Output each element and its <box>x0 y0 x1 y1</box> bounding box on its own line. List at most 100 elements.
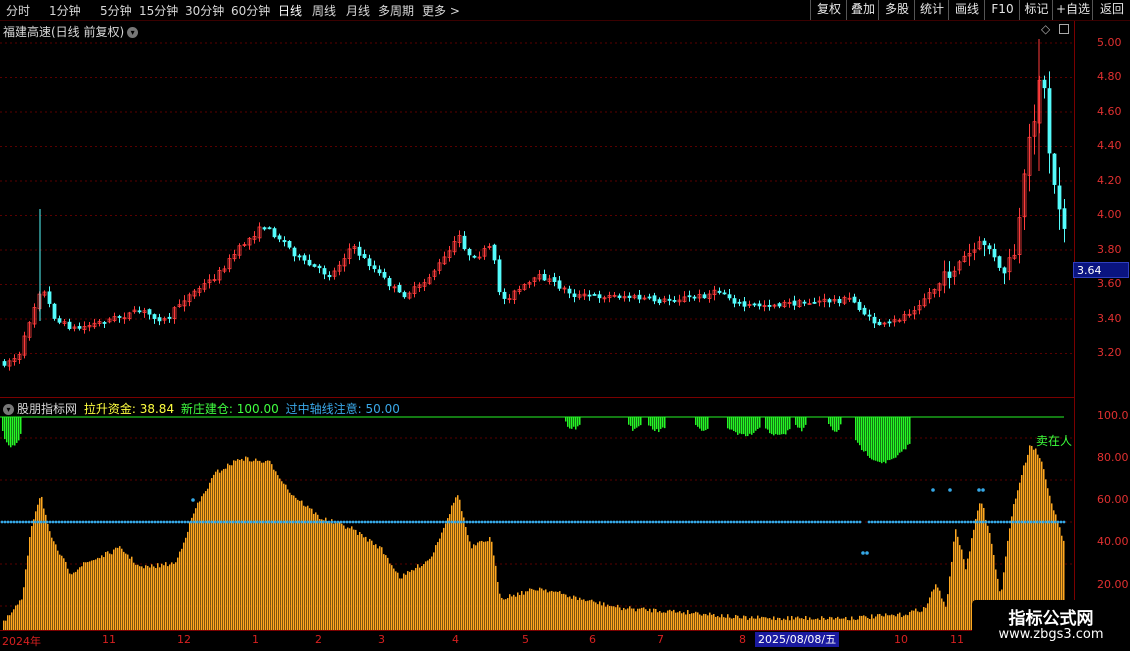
period-tab-daily[interactable]: 日线 <box>278 2 302 19</box>
indicator-bar <box>821 616 823 630</box>
indicator-bar <box>271 464 273 630</box>
period-tab-monthly[interactable]: 月线 <box>346 2 370 19</box>
new-position-bar <box>863 417 865 452</box>
new-position-bar <box>4 417 6 440</box>
midline-dot <box>30 520 34 524</box>
candlestick-chart[interactable] <box>0 21 1074 395</box>
indicator-bar <box>529 588 531 630</box>
mark-button[interactable]: 标记 <box>1019 0 1053 20</box>
indicator-bar <box>343 525 345 630</box>
midline-dot <box>627 520 631 524</box>
indicator-bar <box>81 566 83 630</box>
midline-dot <box>909 520 913 524</box>
midline-dot <box>366 520 370 524</box>
indicator-bar <box>613 606 615 630</box>
indicator-bar <box>219 472 221 630</box>
overlay-button[interactable]: 叠加 <box>846 0 879 20</box>
midline-dot <box>717 520 721 524</box>
indicator-bar <box>373 545 375 630</box>
midline-dot <box>87 520 91 524</box>
midline-dot <box>804 520 808 524</box>
period-tab-30min[interactable]: 30分钟 <box>185 2 224 19</box>
indicator-bar <box>89 561 91 630</box>
midline-dot <box>447 520 451 524</box>
new-position-bar <box>881 417 883 464</box>
candle-body <box>502 291 507 299</box>
new-position-bar <box>871 417 873 460</box>
candle-body <box>862 307 867 315</box>
midline-dot <box>963 520 967 524</box>
indicator-bar <box>99 558 101 630</box>
indicator-bar <box>399 578 401 630</box>
period-tab-60min[interactable]: 60分钟 <box>231 2 270 19</box>
candle-body <box>57 318 62 323</box>
midline-dot <box>396 520 400 524</box>
indicator-bar <box>853 619 855 630</box>
stats-button[interactable]: 统计 <box>914 0 949 20</box>
indicator-bar <box>21 599 23 630</box>
indicator-panel[interactable]: ▾ 股朋指标网 拉升资金: 38.84 新庄建仓: 100.00 过中轴线注意: … <box>0 397 1074 631</box>
indicator-chart[interactable] <box>0 398 1074 631</box>
draw-button[interactable]: 画线 <box>948 0 985 20</box>
multi-stock-button[interactable]: 多股 <box>878 0 915 20</box>
indicator-bar <box>467 535 469 630</box>
midline-dot <box>744 520 748 524</box>
panel-toggle-icon[interactable] <box>1059 24 1069 34</box>
midline-dot <box>792 520 796 524</box>
candle-body <box>397 284 402 293</box>
midline-dot <box>180 520 184 524</box>
indicator-bar <box>147 565 149 630</box>
midline-dot <box>1011 520 1015 524</box>
indicator-bar <box>765 617 767 630</box>
period-tab-fenshi[interactable]: 分时 <box>6 2 30 19</box>
indicator-bar <box>339 521 341 630</box>
midline-dot <box>777 520 781 524</box>
new-position-bar <box>887 417 889 461</box>
midline-dot <box>930 520 934 524</box>
indicator-bar <box>201 496 203 630</box>
period-tab-15min[interactable]: 15分钟 <box>139 2 178 19</box>
period-tab-5min[interactable]: 5分钟 <box>100 2 132 19</box>
f10-button[interactable]: F10 <box>984 0 1020 20</box>
chevron-down-icon[interactable]: ▾ <box>3 404 14 415</box>
indicator-bar <box>475 545 477 630</box>
period-tab-weekly[interactable]: 周线 <box>312 2 336 19</box>
back-button[interactable]: 返回 <box>1092 0 1130 20</box>
indicator-bar <box>699 614 701 630</box>
indicator-bar <box>137 564 139 630</box>
diamond-icon[interactable]: ◇ <box>1041 22 1050 36</box>
period-tab-multi[interactable]: 多周期 <box>378 2 414 19</box>
fuquan-button[interactable]: 复权 <box>810 0 847 20</box>
midline-dot <box>27 520 31 524</box>
candlestick-panel[interactable]: 福建高速(日线 前复权) ▾ ◇ <box>0 21 1074 395</box>
indicator-bar <box>629 606 631 630</box>
period-tab-1min[interactable]: 1分钟 <box>49 2 81 19</box>
indicator-bar <box>639 608 641 630</box>
candle-body <box>872 316 877 324</box>
period-tab-more[interactable]: 更多 > <box>422 2 460 19</box>
indicator-bar <box>589 600 591 630</box>
indicator-bar <box>243 460 245 630</box>
indicator-bar <box>563 593 565 630</box>
add-watchlist-button[interactable]: +自选 <box>1052 0 1093 20</box>
midline-dot <box>657 520 661 524</box>
indicator-bar <box>427 560 429 630</box>
midline-dot <box>153 520 157 524</box>
midline-dot <box>843 520 847 524</box>
price-axis: 5.00 4.80 4.60 4.40 4.20 4.00 3.80 3.60 … <box>1074 21 1130 630</box>
chevron-down-icon[interactable]: ▾ <box>127 27 139 38</box>
indicator-bar <box>949 576 951 630</box>
midline-dot <box>765 520 769 524</box>
midline-dot <box>372 520 376 524</box>
midline-dot <box>837 520 841 524</box>
new-position-bar <box>751 417 753 435</box>
indicator-bar <box>957 536 959 630</box>
indicator-bar <box>935 584 937 630</box>
midline-dot <box>177 520 181 524</box>
indicator-bar <box>115 547 117 630</box>
current-price-tag: 3.64 <box>1073 262 1129 278</box>
indicator-bar <box>955 529 957 630</box>
new-position-bar <box>569 417 571 429</box>
indicator-bar <box>113 549 115 630</box>
indicator-bar <box>831 617 833 630</box>
